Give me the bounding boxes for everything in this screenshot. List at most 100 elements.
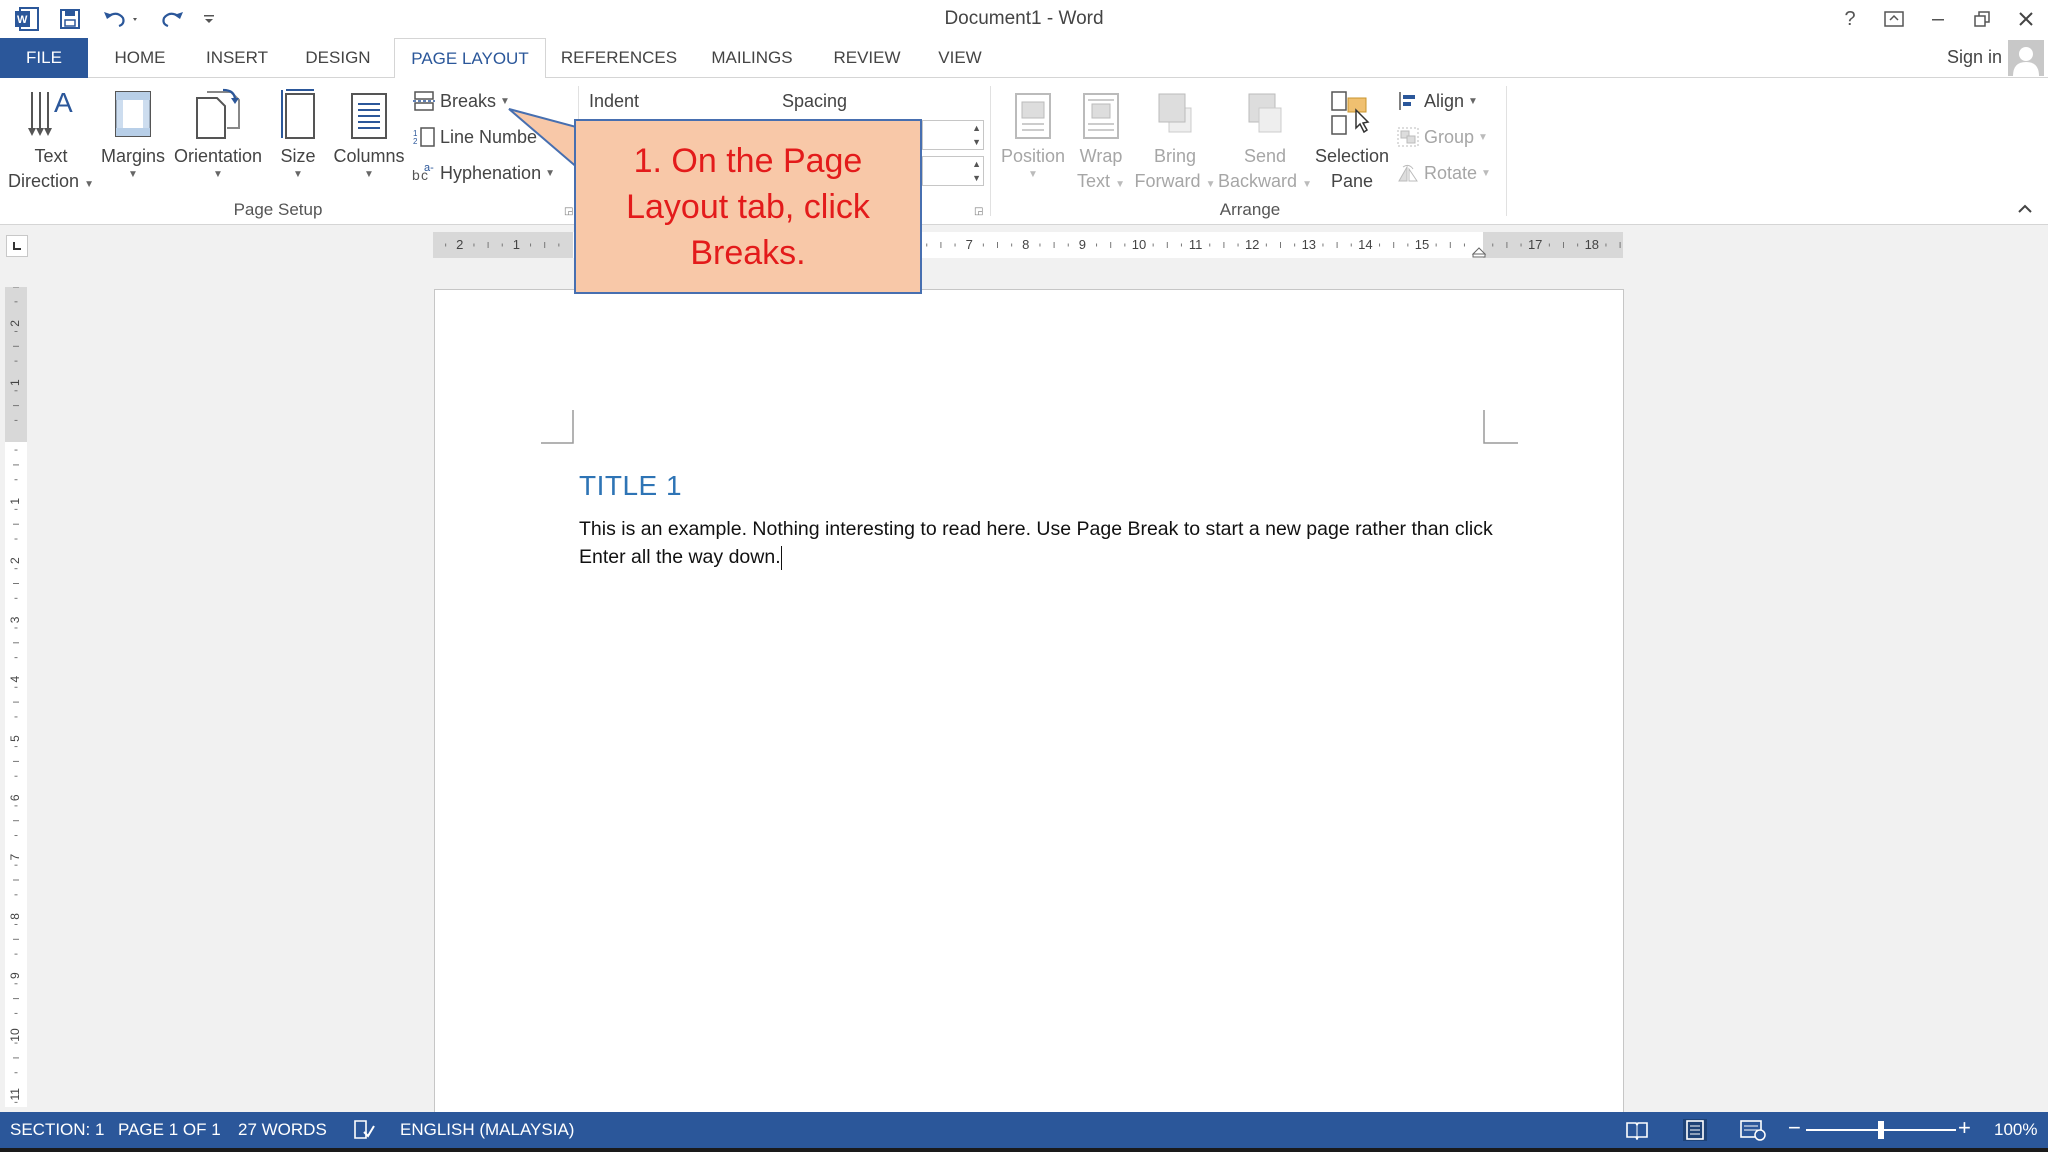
tab-page-layout[interactable]: PAGE LAYOUT [394,38,546,79]
tab-home[interactable]: HOME [96,38,184,78]
svg-text:a-: a- [424,162,434,174]
tab-review[interactable]: REVIEW [824,38,910,78]
margins-button[interactable]: Margins ▼ [98,86,168,181]
tab-view[interactable]: VIEW [928,38,992,78]
ruler-label: 17 [1528,237,1542,252]
status-page[interactable]: PAGE 1 OF 1 [118,1120,221,1140]
zoom-level[interactable]: 100% [1994,1120,2037,1140]
dropdown-arrow-icon: ▼ [364,169,374,180]
sign-in-link[interactable]: Sign in [1947,47,2002,68]
ruler-label: 11 [1189,237,1203,252]
status-bar: SECTION: 1 PAGE 1 OF 1 27 WORDS ENGLISH … [0,1112,2048,1148]
position-icon [1013,86,1053,142]
ruler-label: 6 [8,794,22,801]
wrap-text-button[interactable]: Wrap Text ▼ [1072,86,1130,197]
tab-references[interactable]: REFERENCES [556,38,682,78]
proofing-icon[interactable] [352,1118,376,1142]
zoom-out-button[interactable]: − [1788,1115,1801,1141]
line-numbers-icon: 12 [412,126,436,148]
read-mode-icon[interactable] [1625,1120,1649,1140]
collapse-ribbon-icon[interactable] [2016,202,2034,216]
svg-text:2: 2 [413,137,418,146]
page-setup-group-label: Page Setup [233,200,323,219]
bring-forward-button[interactable]: Bring Forward ▼ [1134,86,1216,197]
tab-selector-button[interactable] [6,235,28,257]
selection-pane-button[interactable]: Selection Pane [1314,86,1390,194]
zoom-slider-thumb[interactable] [1878,1121,1884,1139]
wrap-text-label-1: Wrap [1079,146,1123,166]
align-button[interactable]: Align ▼ [1396,87,1478,115]
ruler-row: 2 1 7 8 9 10 11 12 13 14 15 17 18 [0,225,2048,283]
document-paragraph[interactable]: This is an example. Nothing interesting … [579,515,1509,571]
status-section[interactable]: SECTION: 1 [10,1120,104,1140]
ribbon-display-options-icon[interactable] [1876,4,1912,34]
dropdown-arrow-icon: ▼ [1302,179,1312,190]
size-label: Size [280,146,316,166]
send-backward-label-2: Backward [1218,171,1298,191]
avatar-icon[interactable] [2008,40,2044,76]
ruler-label: 14 [1358,237,1372,252]
spin-arrows-icon: ▲ ▼ [972,123,981,147]
tab-design[interactable]: DESIGN [290,38,386,78]
columns-button[interactable]: Columns ▼ [330,86,408,181]
status-language[interactable]: ENGLISH (MALAYSIA) [400,1120,574,1140]
ruler-label: 1 [513,237,520,252]
title-bar: W Document1 - Word ? [0,0,2048,38]
dropdown-arrow-icon: ▼ [1468,95,1478,107]
tab-insert[interactable]: INSERT [194,38,280,78]
dropdown-arrow-icon: ▼ [293,169,303,180]
help-button[interactable]: ? [1832,4,1868,34]
ruler-label: 10 [1132,237,1146,252]
zoom-in-button[interactable]: + [1958,1115,1971,1141]
ruler-label: 5 [8,735,22,742]
margins-icon [113,86,153,142]
send-backward-label-1: Send [1243,146,1287,166]
ruler-label: 12 [1245,237,1259,252]
bring-forward-label-1: Bring [1153,146,1197,166]
web-layout-icon[interactable] [1740,1119,1766,1141]
bring-forward-icon [1155,86,1195,142]
document-canvas: TITLE 1 This is an example. Nothing inte… [0,283,2048,1112]
spacing-before-stepper[interactable]: ▲ ▼ [922,120,984,150]
group-button[interactable]: Group ▼ [1396,123,1488,151]
position-button[interactable]: Position ▼ [996,86,1070,181]
document-page[interactable]: TITLE 1 This is an example. Nothing inte… [434,289,1624,1112]
ruler-label: 13 [1302,237,1316,252]
text-direction-button[interactable]: A Text Direction ▼ [8,86,94,194]
close-icon[interactable] [2008,4,2044,34]
ruler-label: 2 [8,557,22,564]
orientation-button[interactable]: Orientation ▼ [172,86,264,181]
rotate-button[interactable]: Rotate ▼ [1396,159,1491,187]
dropdown-arrow-icon: ▼ [1481,167,1491,179]
paragraph-launcher-icon[interactable]: ◲ [974,206,986,218]
text-direction-label-2: Direction [8,171,80,191]
ruler-label: 15 [1415,237,1429,252]
selection-pane-label-1: Selection [1314,146,1390,166]
vertical-ruler[interactable]: 211234567891011 [5,287,27,1107]
ruler-label: 2 [8,320,22,327]
document-heading[interactable]: TITLE 1 [579,470,682,502]
spacing-after-stepper[interactable]: ▲ ▼ [922,156,984,186]
orientation-label: Orientation [173,146,263,166]
taskbar-strip [0,1148,2048,1152]
minimize-icon[interactable] [1920,4,1956,34]
ruler-label: 9 [1079,237,1086,252]
align-icon [1396,90,1420,112]
window-title: Document1 - Word [944,8,1104,29]
bring-forward-label-2: Forward [1134,171,1201,191]
breaks-button[interactable]: Breaks ▼ [412,87,510,115]
tab-file[interactable]: FILE [0,38,88,78]
send-backward-button[interactable]: Send Backward ▼ [1218,86,1312,197]
print-layout-icon[interactable] [1682,1118,1708,1142]
ruler-label: 7 [8,853,22,860]
status-word-count[interactable]: 27 WORDS [238,1120,327,1140]
dropdown-arrow-icon: ▼ [1028,169,1038,180]
dropdown-arrow-icon: ▼ [1205,179,1216,190]
rotate-label: Rotate [1424,162,1478,183]
spacing-label: Spacing [782,90,848,111]
instruction-callout: 1. On the Page Layout tab, click Breaks. [574,119,922,294]
tab-mailings[interactable]: MAILINGS [700,38,804,78]
restore-icon[interactable] [1964,4,2000,34]
ruler-label: 3 [8,616,22,623]
size-button[interactable]: Size ▼ [270,86,326,181]
